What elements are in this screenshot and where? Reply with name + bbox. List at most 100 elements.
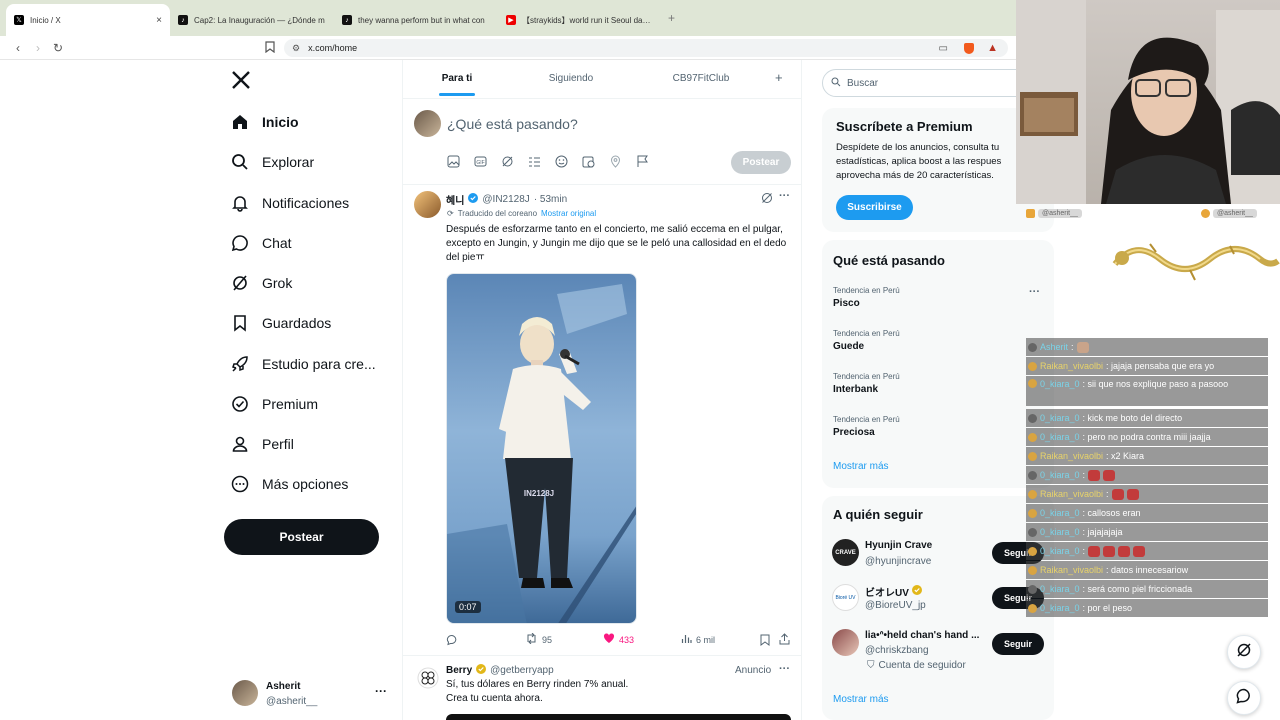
trend-item[interactable]: Tendencia en Perú Preciosa xyxy=(833,415,900,438)
grok-icon[interactable] xyxy=(501,155,514,173)
tweet-author-name[interactable]: 혜니 xyxy=(446,192,464,207)
tweet-time[interactable]: · 53min xyxy=(534,194,567,205)
avatar[interactable]: Bioré UV xyxy=(832,584,859,611)
x-logo-icon: 𝕏 xyxy=(14,15,24,25)
nav-label: Chat xyxy=(262,235,292,251)
account-menu-icon[interactable]: ··· xyxy=(375,684,387,698)
tab-cb97fitclub[interactable]: CB97FitClub xyxy=(661,73,741,84)
show-original-link[interactable]: Mostrar original xyxy=(541,209,596,218)
browser-tab-0[interactable]: 𝕏 Inicio / X × xyxy=(6,4,170,36)
follow-name[interactable]: Hyunjin Crave xyxy=(865,540,932,551)
webcam-overlay xyxy=(1016,0,1280,204)
chat-emote-icon xyxy=(1126,488,1139,500)
add-tab-icon[interactable]: + xyxy=(775,70,783,85)
share-icon[interactable] xyxy=(779,632,790,650)
nav-item-chat[interactable]: Chat xyxy=(230,233,292,253)
nav-item-notifications[interactable]: Notificaciones xyxy=(230,193,349,213)
nav-item-more[interactable]: Más opciones xyxy=(230,474,348,494)
verified-icon xyxy=(230,394,250,414)
chat-text: : será como piel friccionada xyxy=(1082,584,1193,594)
grok-icon[interactable] xyxy=(761,191,773,209)
cast-icon[interactable]: ▭ xyxy=(939,43,948,54)
retweet-icon xyxy=(525,632,538,646)
avatar[interactable] xyxy=(832,629,859,656)
ad-label: Anuncio xyxy=(735,665,772,676)
follow-button[interactable]: Seguir xyxy=(992,633,1044,655)
ad-handle[interactable]: @getberryapp xyxy=(490,665,554,676)
trend-item[interactable]: Tendencia en Perú Pisco xyxy=(833,286,900,309)
trends-title: Qué está pasando xyxy=(833,253,945,268)
messages-float-button[interactable] xyxy=(1227,681,1261,715)
forward-icon[interactable]: › xyxy=(28,41,48,55)
nav-item-creator-studio[interactable]: Estudio para cre... xyxy=(230,354,376,374)
flag-icon[interactable] xyxy=(636,155,649,173)
more-icon[interactable]: ··· xyxy=(779,190,790,202)
bookmark-page-icon[interactable] xyxy=(260,41,280,56)
nav-item-premium[interactable]: Premium xyxy=(230,394,318,414)
tweet-video[interactable]: IN2128J 0:07 xyxy=(446,273,637,624)
ad-media[interactable] xyxy=(446,714,791,720)
post-button[interactable]: Postear xyxy=(224,519,379,555)
follow-name[interactable]: lia•ᐢ•held chan's hand ... xyxy=(865,630,983,641)
tab-following[interactable]: Siguiendo xyxy=(541,73,601,84)
avatar[interactable] xyxy=(414,191,441,218)
trend-context: Tendencia en Perú xyxy=(833,372,900,381)
chat-username: 0_kiara_0 xyxy=(1040,527,1080,537)
nav-item-home[interactable]: Inicio xyxy=(230,112,299,132)
chat-badge-icon xyxy=(1028,603,1037,613)
address-bar[interactable]: ⚙ x.com/home ▭ ▲ xyxy=(284,39,1008,57)
nav-item-profile[interactable]: Perfil xyxy=(230,434,294,454)
show-more-follow[interactable]: Mostrar más xyxy=(833,694,889,705)
location-icon[interactable] xyxy=(609,155,622,173)
bookmark-icon[interactable] xyxy=(760,633,770,651)
compose-post-button[interactable]: Postear xyxy=(731,151,791,174)
compose-toolbar: GIF xyxy=(447,155,649,173)
x-logo-icon[interactable] xyxy=(231,70,251,95)
search-input[interactable]: Buscar xyxy=(847,78,878,89)
avatar[interactable] xyxy=(232,680,258,706)
poll-icon[interactable] xyxy=(528,155,541,173)
chat-badge-icon xyxy=(1028,527,1037,537)
reload-icon[interactable]: ↻ xyxy=(48,41,68,55)
browser-tab-1[interactable]: ♪ Cap2: La Inauguración — ¿Dónde m xyxy=(170,4,334,36)
trend-item[interactable]: Tendencia en Perú Interbank xyxy=(833,372,900,395)
avatar[interactable]: CRAVE xyxy=(832,539,859,566)
views-button[interactable]: 6 mil xyxy=(681,633,715,646)
browser-tab-3[interactable]: ▶ 【straykids】world run it Seoul day4 0 xyxy=(498,4,662,36)
back-icon[interactable]: ‹ xyxy=(8,41,28,55)
more-icon[interactable]: ··· xyxy=(1029,286,1040,298)
trend-item[interactable]: Tendencia en Perú Guede xyxy=(833,329,900,352)
gif-icon[interactable]: GIF xyxy=(474,155,487,173)
site-info-icon[interactable]: ⚙ xyxy=(292,43,300,54)
chat-badge-icon xyxy=(1028,565,1037,575)
nav-item-bookmarks[interactable]: Guardados xyxy=(230,313,331,333)
retweet-button[interactable]: 95 xyxy=(525,632,552,646)
subscribe-button[interactable]: Suscribirse xyxy=(836,195,913,220)
ad-author-name[interactable]: Berry xyxy=(446,665,472,676)
schedule-icon[interactable] xyxy=(582,155,595,173)
search-box[interactable]: Buscar xyxy=(822,69,1032,97)
chat-message: 0_kiara_0: xyxy=(1026,542,1268,560)
grok-float-button[interactable] xyxy=(1227,635,1261,669)
emoji-icon[interactable] xyxy=(555,155,568,173)
nav-item-explore[interactable]: Explorar xyxy=(230,152,314,172)
compose-input[interactable]: ¿Qué está pasando? xyxy=(447,116,578,132)
like-button[interactable]: 433 xyxy=(603,633,634,646)
brave-shield-icon[interactable] xyxy=(964,42,974,54)
reply-icon[interactable] xyxy=(446,633,458,651)
follow-name[interactable]: ビオレUV xyxy=(865,584,909,599)
tab-label: Siguiendo xyxy=(548,73,594,84)
more-icon[interactable]: ··· xyxy=(779,663,790,675)
nav-item-grok[interactable]: Grok xyxy=(230,273,292,293)
tab-for-you[interactable]: Para ti xyxy=(427,73,487,96)
browser-tab-2[interactable]: ♪ they wanna perform but in what con xyxy=(334,4,498,36)
show-more-trends[interactable]: Mostrar más xyxy=(833,461,889,472)
berry-logo-icon[interactable] xyxy=(417,667,439,689)
new-tab-button[interactable]: + xyxy=(668,11,675,25)
chat-username: 0_kiara_0 xyxy=(1040,413,1080,423)
image-icon[interactable] xyxy=(447,155,460,173)
close-icon[interactable]: × xyxy=(156,15,162,26)
nav-label: Inicio xyxy=(262,114,299,130)
rewards-icon[interactable]: ▲ xyxy=(987,42,998,54)
tweet-handle[interactable]: @IN2128J xyxy=(482,194,529,205)
